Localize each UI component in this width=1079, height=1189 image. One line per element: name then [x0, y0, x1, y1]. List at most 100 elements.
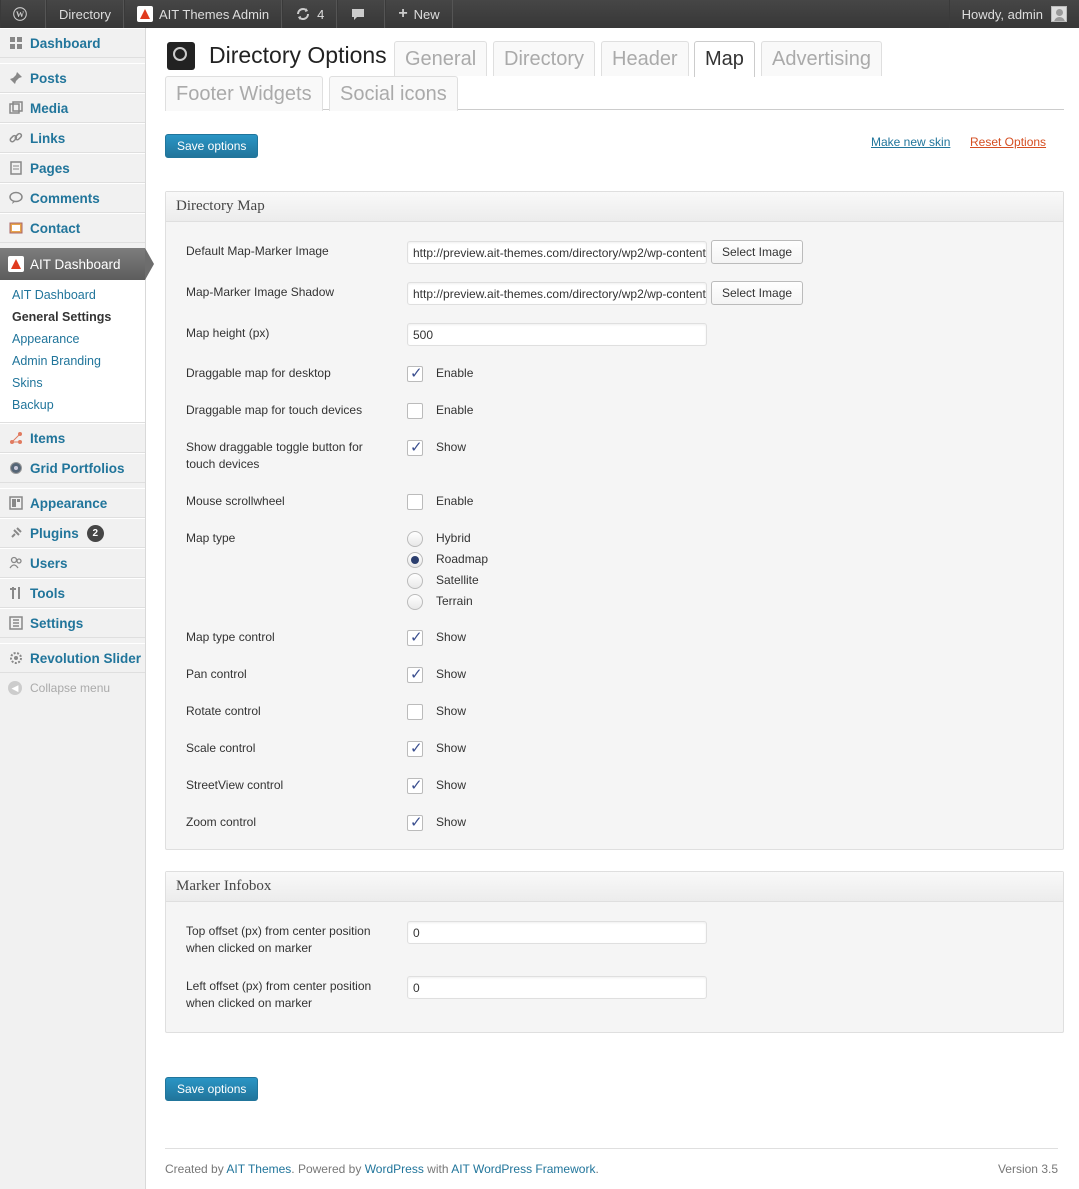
scale-control-checkbox[interactable] [407, 739, 423, 757]
select-marker-image-button[interactable]: Select Image [711, 240, 804, 264]
theme-admin-link[interactable]: AIT Themes Admin [124, 0, 283, 28]
sidebar-item-revolution-slider[interactable]: Revolution Slider [0, 643, 145, 673]
wordpress-link[interactable]: WordPress [365, 1162, 424, 1176]
reset-options-link[interactable]: Reset Options [970, 135, 1046, 149]
map-height-input[interactable]: 500 [407, 323, 707, 346]
map-type-roadmap-radio[interactable] [407, 552, 423, 568]
account-menu[interactable]: Howdy, admin [948, 0, 1079, 28]
map-type-terrain-radio[interactable] [407, 594, 423, 610]
sidebar-item-comments[interactable]: Comments [0, 183, 145, 213]
plugin-icon [8, 525, 24, 541]
new-content-link[interactable]: + New [385, 0, 453, 28]
framework-link[interactable]: AIT WordPress Framework [451, 1162, 595, 1176]
ait-themes-link[interactable]: AIT Themes [226, 1162, 291, 1176]
option-label: Show [436, 440, 467, 454]
field-label: Left offset (px) from center position wh… [186, 979, 372, 1010]
streetview-control-checkbox[interactable] [407, 776, 423, 794]
sidebar-item-label: Plugins [30, 525, 79, 541]
sidebar-item-settings[interactable]: Settings [0, 608, 145, 638]
submenu-appearance[interactable]: Appearance [0, 328, 145, 350]
footer: Created by AIT Themes. Powered by WordPr… [165, 1148, 1058, 1178]
tab-footer-widgets[interactable]: Footer Widgets [165, 76, 323, 111]
sidebar-item-plugins[interactable]: Plugins 2 [0, 518, 145, 548]
submenu-admin-branding[interactable]: Admin Branding [0, 350, 145, 372]
panel-title: Directory Map [166, 192, 1063, 222]
submenu-ait-dashboard[interactable]: AIT Dashboard [0, 284, 145, 306]
top-offset-input[interactable]: 0 [407, 921, 707, 944]
marker-shadow-input[interactable]: http://preview.ait-themes.com/directory/… [407, 282, 707, 305]
submenu-skins[interactable]: Skins [0, 372, 145, 394]
link-icon [8, 130, 24, 146]
tab-advertising[interactable]: Advertising [761, 41, 882, 76]
theme-admin-label: AIT Themes Admin [159, 6, 270, 22]
rotate-control-checkbox[interactable] [407, 704, 423, 720]
portfolio-icon [8, 460, 24, 476]
site-name-label: Directory [59, 6, 112, 22]
sidebar-item-items[interactable]: Items [0, 423, 145, 453]
map-type-satellite-radio[interactable] [407, 573, 423, 589]
option-label: Satellite [436, 573, 479, 587]
ait-submenu: AIT Dashboard General Settings Appearanc… [0, 280, 145, 423]
marker-infobox-panel: Marker Infobox Top offset (px) from cent… [165, 871, 1064, 1033]
howdy-label: Howdy, admin [961, 6, 1043, 22]
tab-general[interactable]: General [394, 41, 488, 76]
sidebar-item-label: Settings [30, 615, 84, 631]
tab-directory[interactable]: Directory [493, 41, 596, 76]
updates-link[interactable]: 4 [282, 0, 338, 28]
footer-text: . [595, 1162, 599, 1176]
option-label: Terrain [436, 594, 473, 608]
submenu-general-settings[interactable]: General Settings [0, 306, 145, 328]
option-label: Show [436, 704, 467, 718]
sidebar-item-dashboard[interactable]: Dashboard [0, 28, 145, 58]
map-type-hybrid-radio[interactable] [407, 531, 423, 547]
field-label: Pan control [186, 667, 247, 681]
sidebar-item-appearance[interactable]: Appearance [0, 488, 145, 518]
site-name-link[interactable]: Directory [46, 0, 125, 28]
tools-icon [8, 585, 24, 601]
sidebar-item-ait-dashboard[interactable]: AIT Dashboard [0, 248, 154, 280]
comments-link[interactable] [337, 0, 386, 28]
tab-social-icons[interactable]: Social icons [329, 76, 458, 111]
sidebar-item-media[interactable]: Media [0, 93, 145, 123]
select-shadow-image-button[interactable]: Select Image [711, 281, 804, 305]
scrollwheel-checkbox[interactable] [407, 494, 423, 510]
tab-header[interactable]: Header [601, 41, 689, 76]
sidebar-item-label: Contact [30, 220, 81, 236]
toggle-button-checkbox[interactable] [407, 438, 423, 456]
option-label: Enable [436, 403, 474, 417]
settings-icon [8, 615, 24, 631]
draggable-desktop-checkbox[interactable] [407, 364, 423, 382]
wordpress-logo-icon[interactable]: W [0, 0, 46, 28]
marker-image-input[interactable]: http://preview.ait-themes.com/directory/… [407, 241, 707, 264]
map-type-control-checkbox[interactable] [407, 628, 423, 646]
sidebar-item-grid-portfolios[interactable]: Grid Portfolios [0, 453, 145, 483]
sidebar-item-pages[interactable]: Pages [0, 153, 145, 183]
option-label: Show [436, 741, 467, 755]
sidebar-item-label: Tools [30, 585, 65, 601]
sidebar-item-posts[interactable]: Posts [0, 63, 145, 93]
sidebar-item-links[interactable]: Links [0, 123, 145, 153]
left-offset-input[interactable]: 0 [407, 976, 707, 999]
sidebar-item-users[interactable]: Users [0, 548, 145, 578]
make-new-skin-link[interactable]: Make new skin [871, 135, 950, 149]
field-label: Mouse scrollwheel [186, 494, 285, 508]
version-text: Version 3.5 [997, 1162, 1058, 1176]
draggable-touch-checkbox[interactable] [407, 403, 423, 419]
collapse-menu-button[interactable]: ◀ Collapse menu [0, 673, 145, 703]
field-label: Default Map-Marker Image [186, 244, 329, 258]
tab-map[interactable]: Map [694, 41, 755, 77]
page-header: Directory Options General Directory Head… [165, 28, 1064, 111]
ait-icon [137, 6, 154, 22]
sidebar-item-label: Revolution Slider [30, 650, 142, 666]
save-options-button-top[interactable]: Save options [165, 134, 259, 158]
submenu-backup[interactable]: Backup [0, 394, 145, 416]
save-options-button-bottom[interactable]: Save options [165, 1077, 259, 1101]
dashboard-icon [8, 35, 24, 51]
sidebar-item-tools[interactable]: Tools [0, 578, 145, 608]
sidebar-item-contact[interactable]: Contact [0, 213, 145, 243]
sidebar-item-label: Media [30, 100, 69, 116]
field-label: StreetView control [186, 778, 284, 792]
zoom-control-checkbox[interactable] [407, 813, 423, 831]
directory-options-icon [167, 42, 195, 70]
pan-control-checkbox[interactable] [407, 665, 423, 683]
